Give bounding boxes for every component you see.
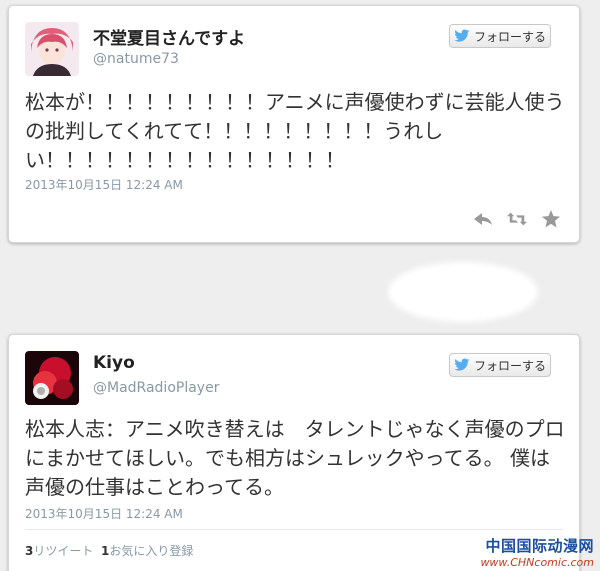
follow-label: フォローする — [473, 358, 546, 373]
twitter-bird-icon — [454, 29, 470, 42]
reply-icon[interactable] — [473, 210, 493, 228]
follow-button[interactable]: フォローする — [449, 353, 551, 377]
timestamp[interactable]: 2013年10月15日 12:24 AM — [25, 505, 183, 522]
tweet-text: 松本が！！！！！！！！！アニメに声優使わずに芸能人使うの批判してくれてて！！！！… — [25, 90, 565, 172]
twitter-bird-icon — [454, 358, 470, 371]
divider — [25, 529, 563, 530]
timestamp[interactable]: 2013年10月15日 12:24 AM — [25, 176, 183, 193]
favorite-star-icon[interactable] — [541, 210, 561, 228]
follow-button[interactable]: フォローする — [449, 24, 551, 48]
display-name[interactable]: 不堂夏目さんですよ — [93, 24, 245, 49]
user-handle[interactable]: @MadRadioPlayer — [93, 380, 219, 396]
retweet-label[interactable]: リツイート — [33, 544, 93, 558]
tweet-text: 松本人志：アニメ吹き替えは タレントじゃなく声優のプロにまかせてほしい。でも相方… — [25, 417, 570, 499]
favorite-label[interactable]: お気に入り登録 — [109, 544, 193, 558]
tweet-actions — [473, 210, 561, 228]
avatar[interactable] — [25, 351, 79, 405]
tweet-stats: 3リツイート 1お気に入り登録 — [25, 542, 193, 559]
tweet-card: 不堂夏目さんですよ @natume73 フォローする 松本が！！！！！！！！！ア… — [8, 5, 580, 243]
watermark: 中国国际动漫网 www.CHNcomic.com — [480, 535, 594, 569]
retweet-icon[interactable] — [507, 210, 527, 228]
watermark-title: 中国国际动漫网 — [485, 537, 594, 555]
avatar[interactable] — [25, 22, 79, 76]
user-handle[interactable]: @natume73 — [93, 51, 179, 67]
watermark-url: www.CHNcomic.com — [480, 556, 594, 569]
follow-label: フォローする — [473, 29, 546, 44]
display-name[interactable]: Kiyo — [93, 353, 135, 373]
image-blur — [388, 262, 538, 322]
